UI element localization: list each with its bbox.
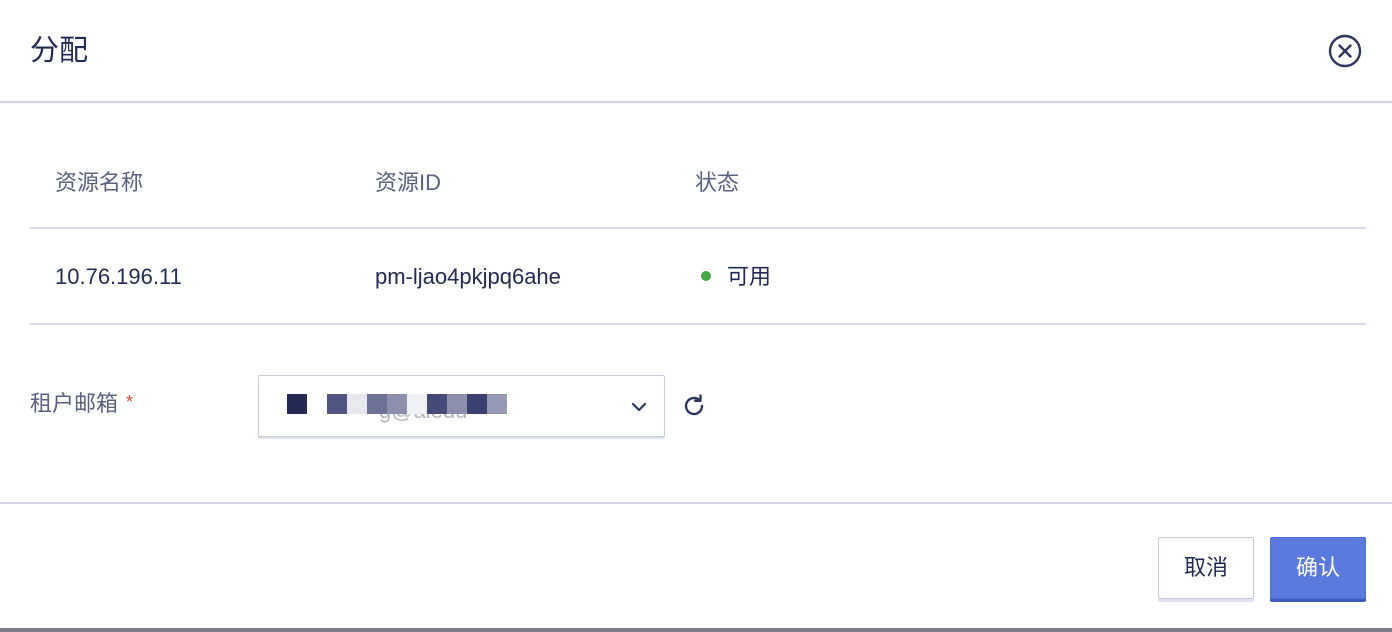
assign-dialog: 分配 资源名称 资源ID 状态 10.76.196.11 pm-ljao4pkj… [0,0,1392,632]
header-status: 状态 [695,170,740,195]
cell-resource-id: pm-ljao4pkjpq6ahe [375,264,561,289]
cell-status: 可用 [695,263,771,291]
cell-resource-name: 10.76.196.11 [55,264,182,289]
table-row: 10.76.196.11 pm-ljao4pkjpq6ahe 可用 [30,229,1366,325]
dialog-title: 分配 [30,35,89,67]
bottom-edge-divider [0,628,1392,632]
chevron-down-icon [631,402,647,412]
email-label-text: 租户邮箱 [30,391,119,416]
resource-table: 资源名称 资源ID 状态 10.76.196.11 pm-ljao4pkjpq6… [30,135,1366,325]
dialog-footer: 取消 确认 [0,502,1392,628]
table-header: 资源名称 资源ID 状态 [30,135,1366,229]
confirm-button[interactable]: 确认 [1270,537,1366,599]
status-text: 可用 [727,264,772,289]
header-resource-id: 资源ID [375,170,442,195]
status-dot-icon [701,271,711,282]
refresh-icon[interactable] [680,392,708,420]
email-field-label: 租户邮箱 * [30,390,133,419]
close-icon[interactable] [1328,34,1362,68]
header-resource-name: 资源名称 [55,170,144,195]
cancel-button[interactable]: 取消 [1158,537,1254,599]
required-mark: * [126,392,134,412]
tenant-email-select[interactable]: g@aiedu [258,375,665,437]
dialog-header: 分配 [0,0,1392,103]
